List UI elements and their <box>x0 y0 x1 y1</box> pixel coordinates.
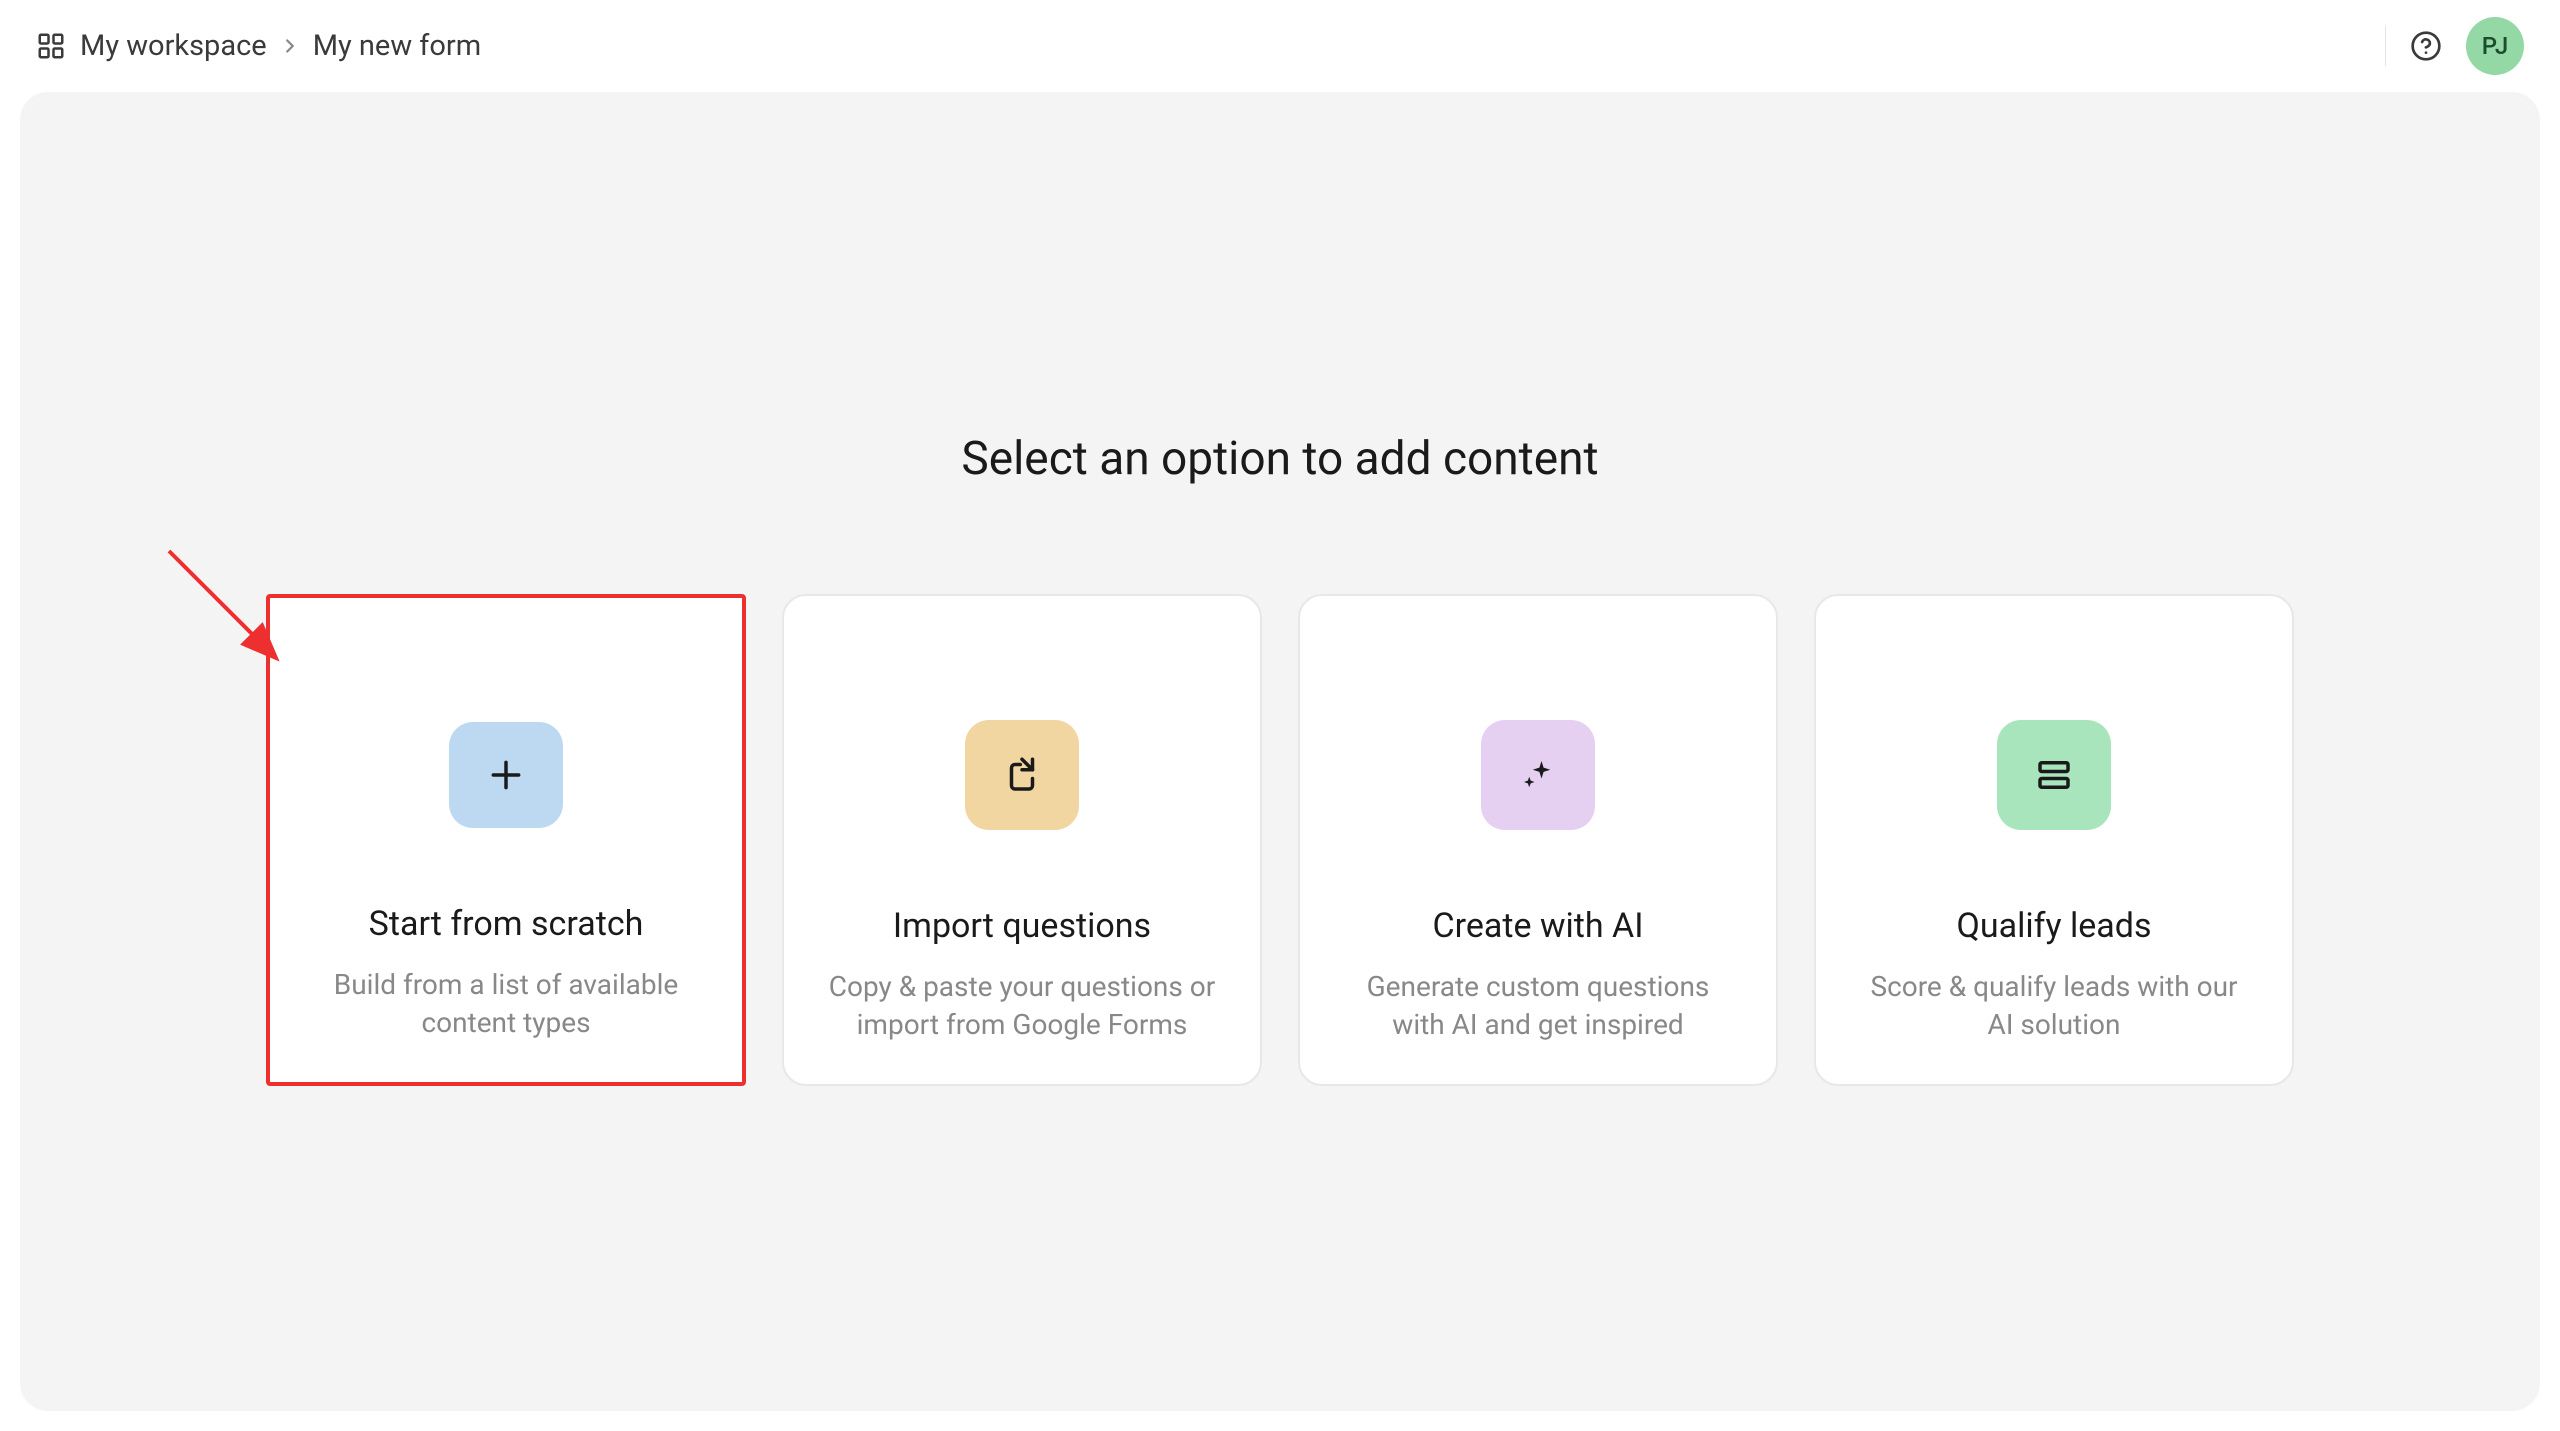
header-actions: PJ <box>2385 17 2524 75</box>
chevron-right-icon <box>279 35 301 57</box>
workspace-grid-icon[interactable] <box>36 31 66 61</box>
sparkle-icon <box>1481 720 1595 830</box>
option-desc: Build from a list of available content t… <box>310 966 702 1042</box>
option-import-questions[interactable]: Import questions Copy & paste your quest… <box>782 594 1262 1086</box>
option-qualify-leads[interactable]: Qualify leads Score & qualify leads with… <box>1814 594 2294 1086</box>
option-desc: Copy & paste your questions or import fr… <box>824 968 1220 1044</box>
plus-icon <box>449 722 563 828</box>
option-title: Create with AI <box>1433 906 1644 946</box>
option-title: Start from scratch <box>369 904 644 944</box>
import-icon <box>965 720 1079 830</box>
option-desc: Score & qualify leads with our AI soluti… <box>1856 968 2252 1044</box>
option-start-from-scratch[interactable]: Start from scratch Build from a list of … <box>266 594 746 1086</box>
option-title: Qualify leads <box>1956 906 2151 946</box>
page-title: Select an option to add content <box>961 432 1598 486</box>
option-desc: Generate custom questions with AI and ge… <box>1340 968 1736 1044</box>
avatar[interactable]: PJ <box>2466 17 2524 75</box>
main-canvas: Select an option to add content Start fr… <box>20 92 2540 1411</box>
option-title: Import questions <box>893 906 1151 946</box>
breadcrumb-current[interactable]: My new form <box>313 29 482 63</box>
breadcrumb: My workspace My new form <box>36 29 481 63</box>
breadcrumb-root[interactable]: My workspace <box>80 29 267 63</box>
options-grid: Start from scratch Build from a list of … <box>266 594 2294 1086</box>
list-icon <box>1997 720 2111 830</box>
option-create-with-ai[interactable]: Create with AI Generate custom questions… <box>1298 594 1778 1086</box>
help-icon[interactable] <box>2410 30 2442 62</box>
app-header: My workspace My new form PJ <box>0 0 2560 92</box>
divider <box>2385 26 2386 66</box>
